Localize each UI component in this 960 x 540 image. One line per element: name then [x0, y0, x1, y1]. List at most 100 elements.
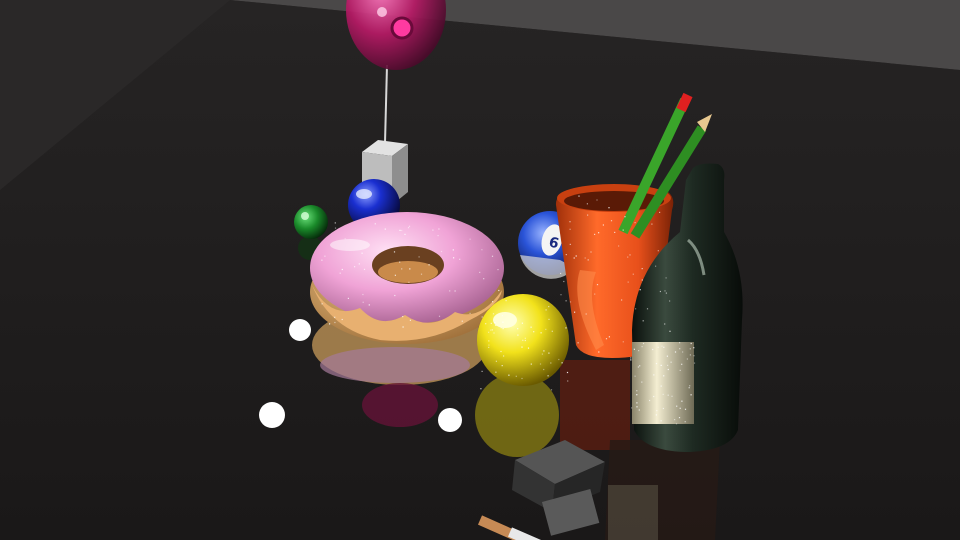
noise-speck [481, 316, 483, 318]
noise-speck [660, 364, 662, 366]
noise-speck [679, 407, 681, 409]
noise-speck [374, 223, 376, 225]
noise-speck [689, 348, 691, 350]
noise-speck [399, 261, 401, 263]
noise-speck [517, 328, 519, 330]
noise-speck [657, 346, 659, 348]
noise-speck [689, 354, 691, 356]
noise-speck [594, 233, 596, 235]
noise-speck [624, 216, 626, 218]
noise-speck [453, 257, 455, 259]
noise-speck [551, 330, 553, 332]
noise-speck [368, 304, 370, 306]
noise-speck [659, 290, 661, 293]
noise-speck [596, 284, 599, 286]
noise-speck [663, 375, 665, 377]
noise-speck [639, 289, 641, 291]
noise-speck [344, 238, 346, 240]
noise-speck [358, 263, 360, 265]
noise-speck [483, 278, 485, 280]
noise-speck [488, 331, 490, 333]
noise-speck [642, 342, 645, 345]
noise-speck [642, 320, 644, 322]
noise-speck [517, 334, 519, 336]
noise-speck [608, 207, 610, 209]
noise-speck [550, 362, 552, 364]
noise-speck [565, 327, 567, 329]
noise-speck [693, 355, 695, 357]
noise-speck [569, 243, 571, 245]
noise-speck [682, 351, 684, 353]
noise-speck [689, 385, 691, 387]
noise-speck [598, 351, 600, 353]
noise-speck [596, 199, 598, 201]
noise-speck [573, 257, 575, 259]
noise-speck [608, 336, 610, 338]
noise-speck [618, 245, 620, 247]
noise-speck [402, 326, 404, 328]
bottle-label [632, 342, 694, 424]
noise-speck [490, 322, 492, 324]
noise-speck [545, 309, 547, 311]
noise-speck [585, 313, 587, 315]
noise-speck [432, 229, 434, 231]
noise-speck [574, 311, 576, 313]
noise-speck [440, 250, 443, 253]
noise-speck [679, 348, 681, 350]
noise-speck [663, 346, 665, 348]
noise-speck [548, 306, 550, 308]
noise-speck [347, 297, 349, 299]
noise-speck [502, 328, 504, 330]
noise-speck [657, 250, 659, 252]
noise-speck [491, 329, 493, 331]
noise-speck [524, 337, 526, 339]
noise-speck [454, 290, 456, 292]
noise-speck [384, 228, 386, 230]
noise-speck [428, 264, 430, 266]
noise-speck [656, 410, 658, 412]
noise-speck [646, 308, 649, 310]
noise-speck [393, 251, 396, 253]
noise-speck [402, 316, 404, 318]
noise-speck [481, 249, 483, 251]
noise-speck [469, 238, 471, 240]
noise-speck [679, 342, 681, 344]
noise-speck [541, 353, 543, 355]
noise-speck [632, 273, 634, 275]
noise-speck [502, 321, 504, 323]
noise-speck [667, 394, 669, 396]
noise-speck [490, 329, 492, 331]
noise-speck [569, 228, 571, 230]
noise-speck [565, 300, 567, 302]
noise-speck [500, 327, 502, 329]
noise-speck [666, 355, 668, 357]
noise-speck [508, 374, 510, 376]
noise-speck [590, 251, 592, 253]
noise-speck [341, 268, 343, 271]
noise-speck [449, 290, 451, 292]
noise-speck [547, 375, 549, 377]
noise-speck [664, 290, 666, 292]
noise-speck [437, 235, 439, 237]
noise-speck [420, 273, 423, 275]
noise-speck [667, 368, 669, 371]
noise-speck [530, 326, 532, 328]
noise-speck [334, 321, 336, 324]
noise-speck [493, 332, 495, 334]
noise-speck [675, 423, 678, 425]
noise-speck [639, 365, 641, 367]
noise-speck [399, 229, 401, 231]
noise-speck [634, 222, 636, 224]
noise-speck [560, 272, 562, 275]
noise-speck [545, 328, 547, 330]
noise-speck [539, 363, 542, 365]
noise-speck [501, 365, 503, 367]
rendered-3d-scene: 6 [0, 0, 960, 540]
noise-speck [505, 300, 507, 302]
noise-speck [394, 274, 396, 276]
noise-speck [674, 351, 677, 353]
noise-speck [339, 272, 341, 274]
noise-speck [479, 271, 481, 273]
noise-speck [664, 323, 666, 325]
noise-speck [527, 347, 530, 349]
